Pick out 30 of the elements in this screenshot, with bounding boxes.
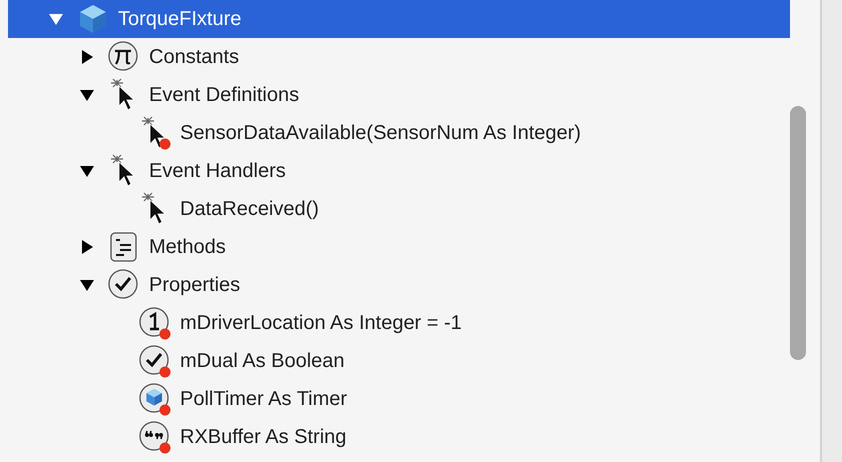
disclosure-triangle-icon[interactable]	[79, 277, 95, 293]
item-label: mDual As Boolean	[180, 350, 345, 372]
disclosure-triangle-icon[interactable]	[79, 87, 95, 103]
item-label: RXBuffer As String	[180, 426, 346, 448]
item-label: Methods	[149, 236, 226, 258]
item-label: Constants	[149, 46, 240, 68]
item-label: mDriverLocation As Integer = -1	[180, 312, 462, 334]
tree-row[interactable]: TorqueFIxture	[8, 0, 790, 38]
tree-row[interactable]: Properties	[8, 266, 790, 304]
tree-row[interactable]: mDriverLocation As Integer = -1	[8, 304, 790, 342]
item-label: Event Handlers	[149, 160, 286, 182]
item-label: Event Definitions	[149, 84, 300, 106]
tree-row[interactable]: RXBuffer As String	[8, 418, 790, 456]
item-label: PollTimer As Timer	[180, 388, 348, 410]
tree-row[interactable]: Event Handlers	[8, 152, 790, 190]
scrollbar-thumb[interactable]	[790, 106, 806, 360]
tree-row[interactable]: Event Definitions	[8, 76, 790, 114]
tree-row[interactable]: Methods	[8, 228, 790, 266]
item-label: SensorDataAvailable(SensorNum As Integer)	[180, 122, 581, 144]
item-label: Properties	[149, 274, 240, 296]
disclosure-triangle-icon[interactable]	[79, 239, 95, 255]
tree-row[interactable]: PollTimer As Timer	[8, 380, 790, 418]
disclosure-triangle-icon[interactable]	[79, 163, 95, 179]
tree-row[interactable]: Constants	[8, 38, 790, 76]
tree-row[interactable]: mDual As Boolean	[8, 342, 790, 380]
item-label: DataReceived()	[180, 198, 319, 220]
disclosure-triangle-icon[interactable]	[79, 49, 95, 65]
tree-row[interactable]: DataReceived()	[8, 190, 790, 228]
tree-row[interactable]: SensorDataAvailable(SensorNum As Integer)	[8, 114, 790, 152]
item-label: TorqueFIxture	[118, 8, 242, 30]
